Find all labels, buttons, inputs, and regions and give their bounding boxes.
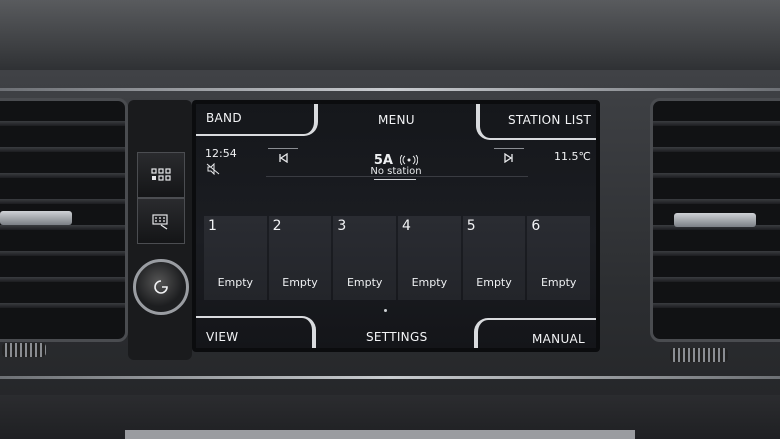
power-icon [154, 280, 168, 294]
preset-label: Empty [476, 276, 512, 289]
preset-label: Empty [282, 276, 318, 289]
page-indicator-dot [384, 309, 387, 312]
broadcast-icon [399, 154, 419, 165]
station-list-button-outline [476, 104, 596, 140]
chrome-trim-bottom [0, 376, 780, 379]
right-vent-tab[interactable] [674, 213, 756, 227]
view-button[interactable]: VIEW [206, 330, 238, 344]
preset-number: 4 [402, 218, 411, 234]
preset-label: Empty [411, 276, 448, 289]
menu-button[interactable]: MENU [378, 113, 415, 127]
header-divider [266, 176, 528, 177]
home-menu-button[interactable] [137, 152, 185, 198]
settings-button[interactable]: SETTINGS [366, 330, 427, 344]
station-underline [374, 179, 416, 180]
preset-number: 2 [272, 218, 282, 234]
preset-button[interactable]: 5 Empty [462, 216, 526, 300]
preset-grid: 1 Empty 2 Empty 3 Empty 4 Empty 5 Empty 6 Empt… [204, 216, 591, 300]
preset-button[interactable]: 6 Empty [527, 216, 591, 300]
preset-number: 5 [466, 218, 476, 234]
lower-console-slot [125, 430, 635, 439]
infotainment-screen: BAND MENU STATION LIST 12:54 11.5℃ 5A No… [196, 104, 596, 348]
right-vent-wheel[interactable] [670, 348, 728, 362]
power-volume-knob[interactable] [133, 259, 189, 315]
left-vent-wheel[interactable] [2, 343, 46, 357]
preset-button[interactable]: 4 Empty [398, 216, 461, 300]
manual-button[interactable]: MANUAL [532, 332, 585, 346]
preset-button[interactable]: 3 Empty [333, 216, 397, 300]
app-grid-icon [151, 168, 171, 181]
preset-number: 3 [337, 218, 347, 234]
keypad-phone-icon [152, 214, 168, 230]
preset-number: 1 [208, 218, 217, 234]
preset-button[interactable]: 1 Empty [204, 216, 267, 300]
preset-button[interactable]: 2 Empty [268, 216, 332, 300]
preset-label: Empty [217, 276, 254, 289]
left-vent-tab[interactable] [0, 211, 72, 225]
phone-menu-button[interactable] [137, 198, 185, 244]
preset-label: Empty [540, 276, 577, 289]
preset-label: Empty [346, 276, 383, 289]
dashboard-top [0, 0, 780, 70]
preset-number: 6 [531, 218, 541, 234]
chrome-trim-top [0, 88, 780, 91]
band-button-outline [196, 104, 318, 136]
